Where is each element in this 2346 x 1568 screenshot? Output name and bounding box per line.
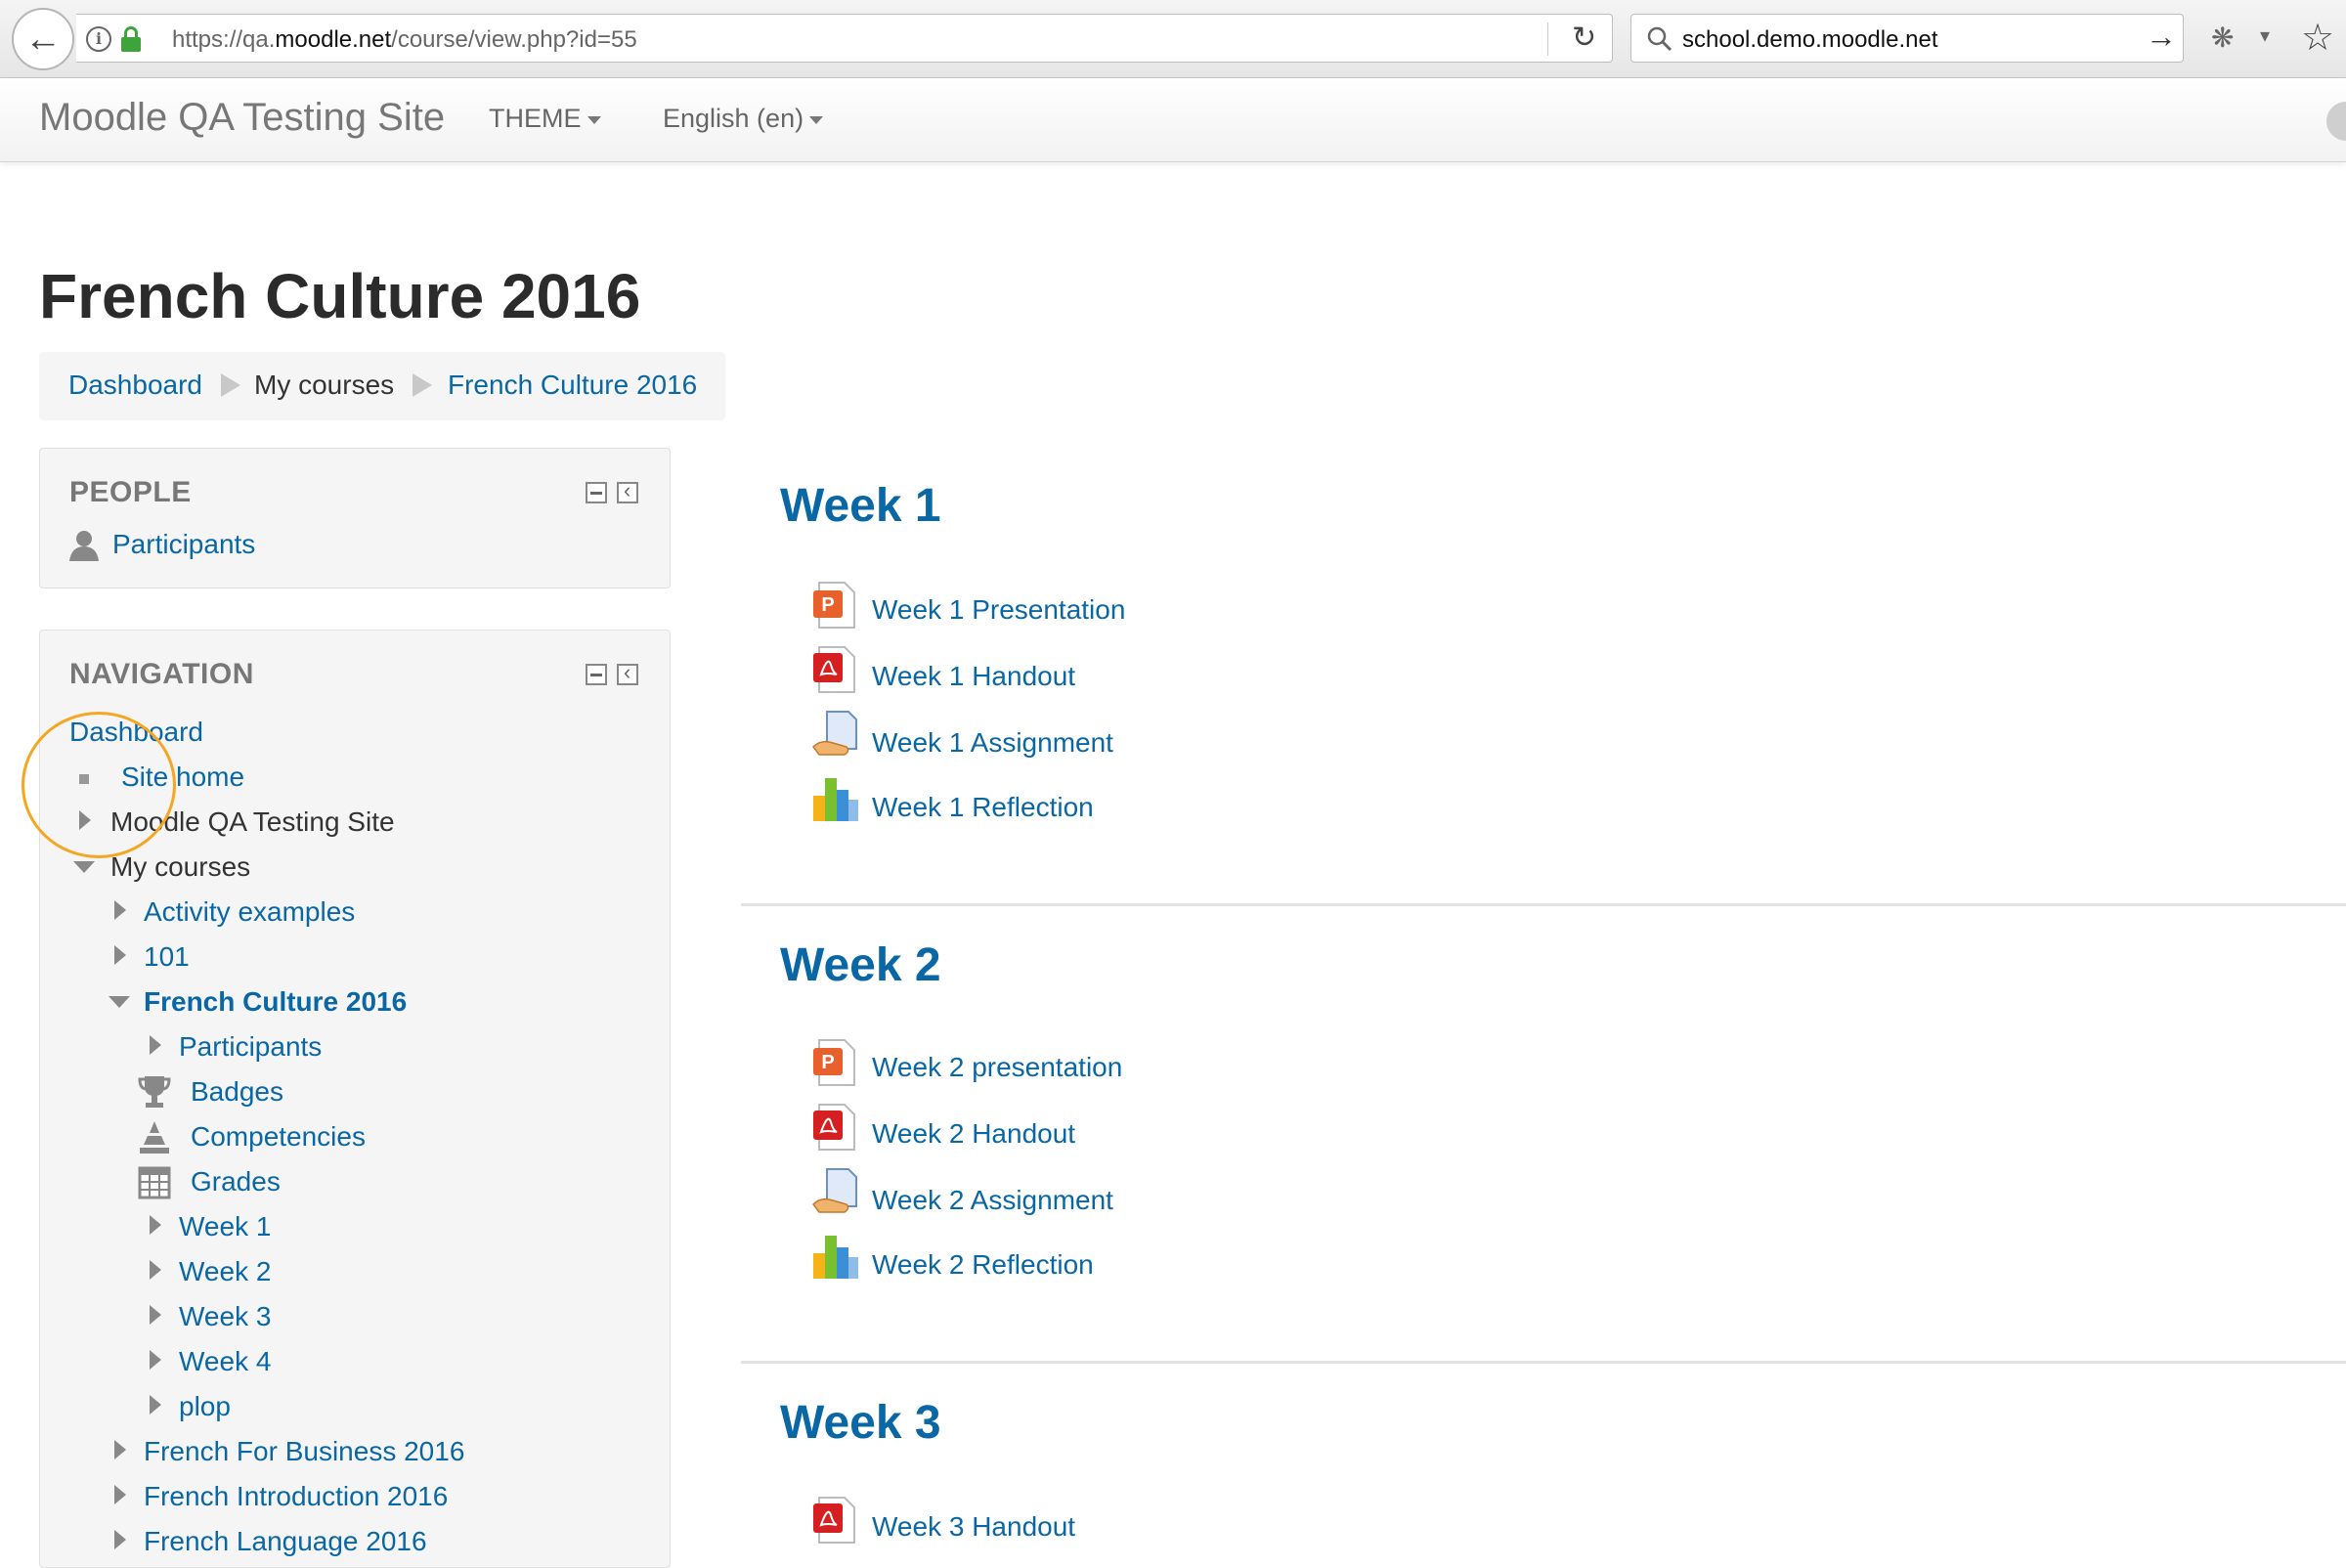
search-input-value[interactable]: school.demo.moodle.net [1682, 26, 1938, 54]
nav-course-participants[interactable]: Participants [179, 1031, 322, 1063]
nav-section-week-3[interactable]: Week 3 [179, 1301, 271, 1332]
nav-course-grades[interactable]: Grades [191, 1166, 281, 1198]
people-block-title: PEOPLE [69, 476, 192, 508]
user-menu-icon[interactable] [2326, 102, 2346, 141]
expand-arrow-icon[interactable] [114, 1485, 126, 1504]
info-icon[interactable]: i [86, 26, 111, 52]
nav-section-week-4[interactable]: Week 4 [179, 1346, 271, 1377]
bookmark-star-icon[interactable]: ☆ [2301, 16, 2334, 60]
people-block: PEOPLE Participants [39, 448, 671, 588]
nav-course-competencies[interactable]: Competencies [191, 1121, 366, 1153]
trophy-icon [138, 1076, 171, 1108]
url-text[interactable]: https://qa.moodle.net/course/view.php?id… [172, 26, 637, 54]
expand-arrow-icon[interactable] [150, 1305, 161, 1325]
nav-section-week-1[interactable]: Week 1 [179, 1211, 271, 1242]
expand-arrow-icon[interactable] [150, 1035, 161, 1055]
section-divider [741, 1361, 2346, 1364]
address-bar[interactable]: i https://qa.moodle.net/course/view.php?… [76, 14, 1613, 63]
nav-section-week-2[interactable]: Week 2 [179, 1256, 271, 1287]
activity-link[interactable]: Week 2 Reflection [872, 1249, 1094, 1281]
nav-course-activity-examples[interactable]: Activity examples [144, 896, 355, 928]
search-icon [1647, 26, 1673, 52]
nav-course-french-business[interactable]: French For Business 2016 [144, 1436, 464, 1467]
nav-course-french-language[interactable]: French Language 2016 [144, 1526, 427, 1557]
search-bar[interactable]: school.demo.moodle.net → [1630, 14, 2184, 63]
powerpoint-icon: P [813, 582, 855, 629]
back-arrow-icon[interactable]: ← [12, 8, 74, 70]
participants-icon [69, 531, 99, 561]
go-arrow-icon[interactable]: → [2146, 19, 2177, 55]
expand-arrow-icon[interactable] [150, 1395, 161, 1415]
section-divider [741, 903, 2346, 906]
section-title-week-2[interactable]: Week 2 [780, 938, 941, 992]
pdf-icon [813, 1497, 855, 1544]
activity-link[interactable]: Week 2 Assignment [872, 1185, 1113, 1216]
svg-text:P: P [821, 594, 834, 616]
breadcrumb-separator-icon [221, 373, 240, 397]
svg-text:P: P [821, 1052, 834, 1073]
site-brand[interactable]: Moodle QA Testing Site [39, 96, 445, 140]
nav-my-courses[interactable]: My courses [110, 851, 250, 883]
nav-course-french-introduction[interactable]: French Introduction 2016 [144, 1481, 448, 1512]
page-title: French Culture 2016 [39, 261, 641, 331]
assignment-icon [812, 1168, 857, 1213]
section-title-week-3[interactable]: Week 3 [780, 1396, 941, 1450]
grades-icon [138, 1166, 171, 1199]
expand-arrow-icon[interactable] [150, 1260, 161, 1280]
collapse-arrow-icon[interactable] [73, 861, 95, 873]
block-dock-icon[interactable] [617, 660, 638, 685]
breadcrumb-dashboard[interactable]: Dashboard [68, 370, 202, 401]
lock-icon [121, 26, 141, 52]
activity-link[interactable]: Week 1 Reflection [872, 792, 1094, 823]
people-participants-link[interactable]: Participants [112, 529, 255, 560]
nav-course-101[interactable]: 101 [144, 941, 190, 973]
chevron-down-icon[interactable]: ▾ [2260, 23, 2270, 48]
browser-toolbar: ← i https://qa.moodle.net/course/view.ph… [0, 0, 2346, 78]
feedback-chart-icon [813, 778, 858, 821]
caret-down-icon [586, 115, 601, 124]
navigation-block-title: NAVIGATION [69, 658, 254, 690]
caret-down-icon [809, 115, 824, 124]
expand-arrow-icon[interactable] [114, 945, 126, 965]
nav-section-plop[interactable]: plop [179, 1391, 231, 1422]
powerpoint-icon: P [813, 1039, 855, 1086]
block-dock-icon[interactable] [617, 478, 638, 503]
language-menu[interactable]: English (en) [663, 104, 824, 134]
activity-link[interactable]: Week 2 Handout [872, 1118, 1075, 1150]
breadcrumb-my-courses: My courses [254, 370, 395, 400]
block-minimize-icon[interactable] [586, 482, 607, 503]
assignment-icon [812, 711, 857, 756]
theme-menu[interactable]: THEME [489, 104, 601, 134]
section-title-week-1[interactable]: Week 1 [780, 479, 941, 533]
site-navbar: Moodle QA Testing Site THEME English (en… [0, 78, 2346, 162]
activity-link[interactable]: Week 3 Handout [872, 1511, 1075, 1543]
nav-course-french-culture[interactable]: French Culture 2016 [144, 986, 407, 1018]
address-bar-divider [1547, 22, 1548, 56]
block-minimize-icon[interactable] [586, 664, 607, 685]
expand-arrow-icon[interactable] [150, 1350, 161, 1370]
breadcrumb: Dashboard My courses French Culture 2016 [39, 352, 725, 420]
activity-link[interactable]: Week 1 Handout [872, 661, 1075, 692]
pdf-icon [813, 646, 855, 693]
expand-arrow-icon[interactable] [114, 1440, 126, 1459]
expand-arrow-icon[interactable] [150, 1215, 161, 1235]
activity-link[interactable]: Week 1 Presentation [872, 594, 1125, 626]
highlight-circle-annotation [22, 712, 176, 858]
nav-course-badges[interactable]: Badges [191, 1076, 283, 1108]
extension-icon[interactable]: ❋ [2211, 22, 2234, 54]
feedback-chart-icon [813, 1236, 858, 1279]
breadcrumb-separator-icon [413, 373, 432, 397]
activity-link[interactable]: Week 2 presentation [872, 1052, 1122, 1083]
collapse-arrow-icon[interactable] [109, 996, 130, 1008]
expand-arrow-icon[interactable] [114, 900, 126, 920]
expand-arrow-icon[interactable] [114, 1530, 126, 1549]
activity-link[interactable]: Week 1 Assignment [872, 727, 1113, 759]
competencies-icon [140, 1121, 169, 1154]
pdf-icon [813, 1104, 855, 1151]
reload-icon[interactable]: ↻ [1572, 21, 1596, 55]
breadcrumb-current-course[interactable]: French Culture 2016 [448, 370, 697, 401]
